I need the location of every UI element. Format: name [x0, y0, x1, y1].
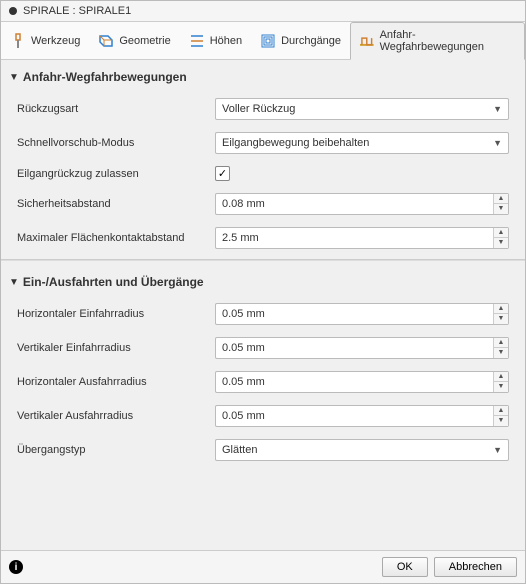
v-lead-out-label: Vertikaler Ausfahrradius	[17, 410, 207, 422]
tool-icon	[10, 33, 26, 49]
collapse-arrow-icon: ▼	[9, 72, 19, 83]
spin-down-icon[interactable]: ▼	[494, 238, 508, 248]
allow-rapid-checkbox[interactable]: ✓	[215, 166, 230, 181]
tab-label: Geometrie	[119, 35, 170, 47]
tab-anfahr[interactable]: Anfahr-Wegfahrbewegungen	[350, 22, 525, 60]
max-contact-input[interactable]: 2.5 mm ▲▼	[215, 227, 509, 249]
spin-up-icon[interactable]: ▲	[494, 304, 508, 314]
tab-label: Anfahr-Wegfahrbewegungen	[380, 29, 516, 53]
allow-rapid-label: Eilgangrückzug zulassen	[17, 168, 207, 180]
v-lead-in-input[interactable]: 0.05 mm ▲▼	[215, 337, 509, 359]
spin-buttons[interactable]: ▲▼	[493, 338, 508, 358]
tab-label: Durchgänge	[281, 35, 341, 47]
content-area: ▼ Anfahr-Wegfahrbewegungen Rückzugsart V…	[1, 60, 525, 550]
titlebar: SPIRALE : SPIRALE1	[1, 1, 525, 21]
spin-buttons[interactable]: ▲▼	[493, 406, 508, 426]
caret-down-icon: ▼	[493, 445, 502, 455]
caret-down-icon: ▼	[493, 138, 502, 148]
h-lead-in-label: Horizontaler Einfahrradius	[17, 308, 207, 320]
linking-icon	[359, 33, 375, 49]
tab-durchgaenge[interactable]: Durchgänge	[251, 22, 350, 59]
spin-down-icon[interactable]: ▼	[494, 416, 508, 426]
tab-hoehen[interactable]: Höhen	[180, 22, 251, 59]
section1-header[interactable]: ▼ Anfahr-Wegfahrbewegungen	[1, 60, 525, 92]
spinner-value: 0.05 mm	[222, 342, 265, 354]
collapse-arrow-icon: ▼	[9, 277, 19, 288]
spin-down-icon[interactable]: ▼	[494, 204, 508, 214]
geometry-icon	[98, 33, 114, 49]
ok-button[interactable]: OK	[382, 557, 428, 577]
spin-down-icon[interactable]: ▼	[494, 348, 508, 358]
select-value: Eilgangbewegung beibehalten	[222, 137, 369, 149]
h-lead-out-input[interactable]: 0.05 mm ▲▼	[215, 371, 509, 393]
section1-title: Anfahr-Wegfahrbewegungen	[23, 70, 187, 84]
retract-type-label: Rückzugsart	[17, 103, 207, 115]
section2-title: Ein-/Ausfahrten und Übergänge	[23, 275, 204, 289]
section2-header[interactable]: ▼ Ein-/Ausfahrten und Übergänge	[1, 265, 525, 297]
v-lead-in-label: Vertikaler Einfahrradius	[17, 342, 207, 354]
v-lead-out-input[interactable]: 0.05 mm ▲▼	[215, 405, 509, 427]
spin-up-icon[interactable]: ▲	[494, 406, 508, 416]
retract-type-select[interactable]: Voller Rückzug ▼	[215, 98, 509, 120]
cancel-button[interactable]: Abbrechen	[434, 557, 517, 577]
safety-dist-label: Sicherheitsabstand	[17, 198, 207, 210]
title-text: SPIRALE : SPIRALE1	[23, 5, 131, 17]
spin-up-icon[interactable]: ▲	[494, 194, 508, 204]
tab-geometrie[interactable]: Geometrie	[89, 22, 179, 59]
transition-label: Übergangstyp	[17, 444, 207, 456]
dialog-window: SPIRALE : SPIRALE1 Werkzeug Geometrie Hö…	[0, 0, 526, 584]
h-lead-out-label: Horizontaler Ausfahrradius	[17, 376, 207, 388]
rapid-mode-label: Schnellvorschub-Modus	[17, 137, 207, 149]
spin-down-icon[interactable]: ▼	[494, 314, 508, 324]
spin-buttons[interactable]: ▲▼	[493, 304, 508, 324]
spinner-value: 0.08 mm	[222, 198, 265, 210]
footer: i OK Abbrechen	[1, 550, 525, 583]
spinner-value: 2.5 mm	[222, 232, 259, 244]
tab-werkzeug[interactable]: Werkzeug	[1, 22, 89, 59]
spin-down-icon[interactable]: ▼	[494, 382, 508, 392]
spin-up-icon[interactable]: ▲	[494, 228, 508, 238]
spinner-value: 0.05 mm	[222, 308, 265, 320]
heights-icon	[189, 33, 205, 49]
section-divider	[1, 259, 525, 261]
select-value: Glätten	[222, 444, 257, 456]
safety-dist-input[interactable]: 0.08 mm ▲▼	[215, 193, 509, 215]
titlebar-icon	[9, 7, 17, 15]
rapid-mode-select[interactable]: Eilgangbewegung beibehalten ▼	[215, 132, 509, 154]
transition-select[interactable]: Glätten ▼	[215, 439, 509, 461]
passes-icon	[260, 33, 276, 49]
spin-buttons[interactable]: ▲▼	[493, 194, 508, 214]
caret-down-icon: ▼	[493, 104, 502, 114]
h-lead-in-input[interactable]: 0.05 mm ▲▼	[215, 303, 509, 325]
select-value: Voller Rückzug	[222, 103, 295, 115]
spin-buttons[interactable]: ▲▼	[493, 372, 508, 392]
spin-up-icon[interactable]: ▲	[494, 372, 508, 382]
tab-label: Höhen	[210, 35, 242, 47]
tabs-bar: Werkzeug Geometrie Höhen Durchgänge Anfa…	[1, 21, 525, 60]
spin-up-icon[interactable]: ▲	[494, 338, 508, 348]
info-icon[interactable]: i	[9, 560, 23, 574]
spinner-value: 0.05 mm	[222, 376, 265, 388]
spinner-value: 0.05 mm	[222, 410, 265, 422]
spin-buttons[interactable]: ▲▼	[493, 228, 508, 248]
tab-label: Werkzeug	[31, 35, 80, 47]
max-contact-label: Maximaler Flächenkontaktabstand	[17, 232, 207, 244]
